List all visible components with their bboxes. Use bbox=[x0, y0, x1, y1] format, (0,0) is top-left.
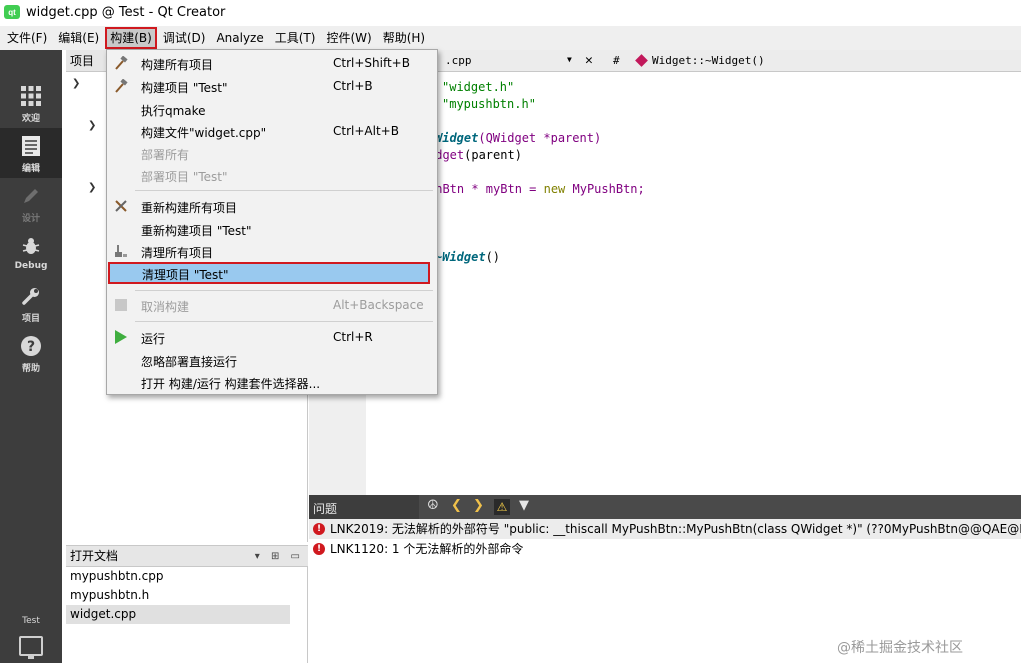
monitor-icon[interactable] bbox=[19, 636, 43, 659]
mode-projects[interactable]: 项目 bbox=[0, 278, 62, 328]
broom-icon bbox=[113, 244, 129, 258]
warning-filter-icon[interactable]: ⚠ bbox=[494, 499, 510, 515]
code-line: ~Widget() bbox=[435, 250, 501, 264]
code-line: "mypushbtn.h" bbox=[442, 97, 536, 111]
code-line: Widget(QWidget *parent) bbox=[435, 131, 602, 145]
qt-logo-icon: qt bbox=[4, 5, 20, 19]
pane-controls-icon[interactable]: ▾ ⊞ ▭ bbox=[255, 546, 304, 567]
menu-item-build-project[interactable]: 构建项目 "Test" Ctrl+B bbox=[107, 75, 437, 97]
issues-title: 问题 bbox=[313, 502, 338, 516]
mode-label: 欢迎 bbox=[21, 114, 40, 124]
function-name: Widget::~Widget() bbox=[652, 54, 765, 67]
menu-item-clean-project[interactable]: 清理项目 "Test" bbox=[108, 262, 430, 284]
menu-separator bbox=[135, 290, 433, 291]
code-line: idget(parent) bbox=[428, 148, 522, 162]
help-icon: ? bbox=[19, 334, 43, 358]
menu-item-run-without-deploy[interactable]: 忽略部署直接运行 bbox=[107, 349, 437, 371]
pencil-icon bbox=[19, 184, 43, 208]
mode-sidebar: 欢迎 编辑 设计 Debug 项目 ? 帮助 Test bbox=[0, 50, 62, 663]
issues-header: 问题 ☮ ❮ ❯ ⚠ ▼ bbox=[309, 495, 1021, 519]
menu-item-kit-selector[interactable]: 打开 构建/运行 构建套件选择器... bbox=[107, 371, 437, 393]
filter-icon[interactable]: ▼ bbox=[519, 498, 529, 513]
mode-label: Debug bbox=[14, 261, 48, 271]
editor-file-selector[interactable]: .cpp bbox=[445, 54, 472, 67]
menu-item-rebuild-all[interactable]: 重新构建所有项目 bbox=[107, 195, 437, 217]
clean-icon[interactable]: ☮ bbox=[427, 498, 439, 513]
menu-bar: 文件(F) 编辑(E) 构建(B) 调试(D) Analyze 工具(T) 控件… bbox=[0, 26, 1021, 50]
open-doc-item[interactable]: widget.cpp bbox=[66, 605, 290, 624]
issue-text: LNK1120: 1 个无法解析的外部命令 bbox=[330, 542, 524, 556]
prev-icon[interactable]: ❮ bbox=[451, 498, 462, 513]
menu-item-build-file[interactable]: 构建文件"widget.cpp" Ctrl+Alt+B bbox=[107, 120, 437, 142]
menu-edit[interactable]: 编辑(E) bbox=[53, 27, 104, 49]
code-editor[interactable]: "widget.h" "mypushbtn.h" Widget(QWidget … bbox=[366, 72, 1021, 495]
code-line: shBtn * myBtn = new MyPushBtn; bbox=[428, 182, 645, 196]
open-documents-list: mypushbtn.cpp mypushbtn.h widget.cpp bbox=[66, 567, 308, 663]
menu-separator bbox=[135, 190, 433, 191]
open-doc-item[interactable]: mypushbtn.h bbox=[66, 586, 290, 605]
hammer-icon bbox=[113, 79, 129, 93]
tree-expand-icon[interactable]: ❯ bbox=[88, 182, 96, 193]
tree-expand-icon[interactable]: ❯ bbox=[88, 120, 96, 131]
open-documents-title: 打开文档 bbox=[70, 549, 119, 563]
bug-icon bbox=[19, 234, 43, 258]
kit-label: Test bbox=[22, 616, 40, 626]
menu-help[interactable]: 帮助(H) bbox=[378, 27, 430, 49]
tree-expand-icon[interactable]: ❯ bbox=[72, 78, 80, 89]
mode-label: 项目 bbox=[21, 314, 40, 324]
mode-label: 设计 bbox=[21, 214, 40, 224]
wrench-icon bbox=[19, 284, 43, 308]
menu-controls[interactable]: 控件(W) bbox=[321, 27, 376, 49]
issue-row[interactable]: ! LNK2019: 无法解析的外部符号 "public: __thiscall … bbox=[309, 519, 1021, 539]
mode-label: 帮助 bbox=[21, 364, 40, 374]
menu-item-deploy-project: 部署项目 "Test" bbox=[141, 170, 228, 184]
menu-item-deploy-all: 部署所有 bbox=[141, 148, 190, 162]
menu-item-cancel-build: 取消构建 Alt+Backspace bbox=[107, 294, 437, 316]
mode-label: 编辑 bbox=[21, 164, 40, 174]
menu-tools[interactable]: 工具(T) bbox=[270, 27, 321, 49]
mode-debug[interactable]: Debug bbox=[0, 228, 62, 278]
chevron-down-icon[interactable]: ▼ bbox=[567, 55, 572, 64]
mode-edit[interactable]: 编辑 bbox=[0, 128, 62, 178]
menu-item-run-qmake[interactable]: 执行qmake bbox=[107, 98, 437, 120]
window-title: widget.cpp @ Test - Qt Creator bbox=[26, 4, 226, 20]
hammer-icon bbox=[113, 56, 129, 70]
issue-row[interactable]: ! LNK1120: 1 个无法解析的外部命令 bbox=[309, 539, 1021, 559]
next-icon[interactable]: ❯ bbox=[473, 498, 484, 513]
code-line: "widget.h" bbox=[442, 80, 515, 94]
issue-text: LNK2019: 无法解析的外部符号 "public: __thiscall M… bbox=[330, 522, 1021, 536]
function-selector[interactable]: Widget::~Widget() bbox=[635, 54, 765, 67]
error-icon: ! bbox=[313, 543, 325, 555]
play-icon bbox=[113, 330, 129, 344]
menu-item-rebuild-project[interactable]: 重新构建项目 "Test" bbox=[107, 218, 437, 240]
build-menu-dropdown: 构建所有项目 Ctrl+Shift+B 构建项目 "Test" Ctrl+B 执… bbox=[106, 49, 438, 395]
document-icon bbox=[19, 134, 43, 158]
mode-help[interactable]: ? 帮助 bbox=[0, 328, 62, 378]
menu-item-clean-all[interactable]: 清理所有项目 bbox=[107, 240, 437, 262]
stop-icon bbox=[113, 298, 129, 312]
issues-toolbar: ☮ ❮ ❯ ⚠ ▼ bbox=[419, 495, 1021, 519]
open-documents-header: 打开文档 ▾ ⊞ ▭ bbox=[66, 545, 308, 567]
mode-welcome[interactable]: 欢迎 bbox=[0, 78, 62, 128]
title-bar: qt widget.cpp @ Test - Qt Creator bbox=[0, 0, 1021, 24]
close-icon[interactable]: ✕ bbox=[585, 53, 593, 68]
menu-separator bbox=[135, 321, 433, 322]
open-doc-item[interactable]: mypushbtn.cpp bbox=[66, 567, 290, 586]
menu-analyze[interactable]: Analyze bbox=[211, 27, 268, 49]
mode-design[interactable]: 设计 bbox=[0, 178, 62, 228]
watermark: @稀土掘金技术社区 bbox=[837, 640, 963, 656]
svg-text:?: ? bbox=[27, 339, 35, 355]
error-icon: ! bbox=[313, 523, 325, 535]
editor-hash[interactable]: # bbox=[613, 54, 620, 67]
method-icon bbox=[635, 54, 648, 67]
grid-icon bbox=[19, 84, 43, 108]
menu-build[interactable]: 构建(B) bbox=[105, 27, 157, 49]
menu-item-build-all[interactable]: 构建所有项目 Ctrl+Shift+B bbox=[107, 52, 437, 74]
menu-debug[interactable]: 调试(D) bbox=[158, 27, 211, 49]
menu-item-run[interactable]: 运行 Ctrl+R bbox=[107, 326, 437, 348]
rebuild-icon bbox=[113, 199, 129, 213]
menu-file[interactable]: 文件(F) bbox=[2, 27, 52, 49]
